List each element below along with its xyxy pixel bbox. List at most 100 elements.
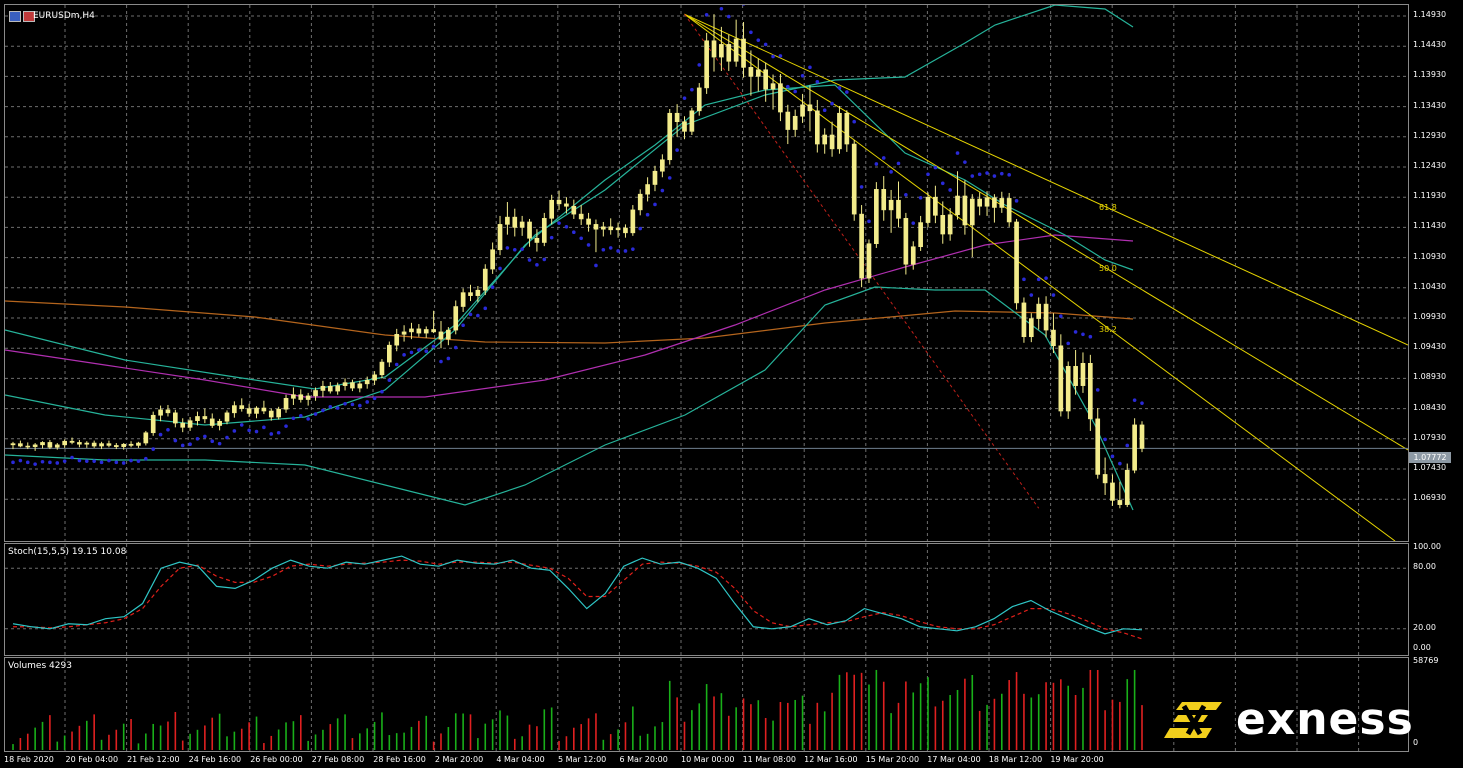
sar-dot bbox=[608, 246, 613, 250]
candle bbox=[822, 128, 828, 154]
candle bbox=[84, 441, 90, 448]
price-tick-label: 1.11930 bbox=[1413, 191, 1447, 201]
candle bbox=[955, 171, 960, 220]
candle bbox=[350, 379, 355, 392]
time-tick-label: 24 Feb 16:00 bbox=[188, 755, 242, 764]
candle bbox=[696, 83, 702, 116]
candle bbox=[1065, 361, 1071, 419]
price-tick-label: 1.07930 bbox=[1413, 432, 1447, 442]
price-tick-label: 1.10430 bbox=[1413, 281, 1447, 291]
stoch-tick-label: 0.00 bbox=[1413, 643, 1431, 652]
candle bbox=[1110, 474, 1115, 506]
candle bbox=[224, 410, 230, 425]
sar-dot bbox=[417, 348, 421, 352]
candle bbox=[40, 441, 45, 449]
sar-dot bbox=[217, 441, 222, 446]
sar-dot bbox=[476, 313, 480, 318]
sar-dot bbox=[948, 188, 952, 192]
candle bbox=[254, 406, 259, 419]
candle bbox=[143, 430, 149, 446]
candle bbox=[977, 192, 982, 216]
price-tick-label: 1.12930 bbox=[1413, 130, 1447, 140]
candle bbox=[47, 440, 53, 450]
candle bbox=[136, 441, 141, 448]
symbol-label: EURUSDm,H4 bbox=[33, 11, 95, 21]
candle bbox=[778, 73, 783, 122]
volumes-axis[interactable]: 58769 0 bbox=[1409, 656, 1463, 750]
candle bbox=[173, 409, 178, 428]
candle bbox=[918, 215, 923, 251]
candle bbox=[1117, 481, 1123, 509]
candle bbox=[792, 109, 798, 137]
price-tick-label: 1.08430 bbox=[1413, 402, 1447, 412]
candle bbox=[180, 418, 186, 433]
sar-dot bbox=[107, 458, 111, 463]
stochastic-pane[interactable]: Stoch(15,5,5) 19.15 10.08 bbox=[4, 543, 1409, 656]
sar-dot bbox=[1022, 277, 1026, 282]
candle bbox=[32, 443, 38, 451]
sar-dot bbox=[490, 285, 495, 289]
candle bbox=[291, 387, 296, 405]
sar-dot bbox=[645, 212, 650, 217]
time-tick-label: 2 Mar 20:00 bbox=[434, 755, 484, 764]
candle bbox=[195, 411, 200, 426]
candle bbox=[888, 189, 894, 233]
candle bbox=[106, 440, 112, 448]
sar-dot bbox=[247, 428, 251, 433]
sar-dot bbox=[350, 402, 355, 407]
time-axis[interactable]: 18 Feb 2020 20 Feb 04:00 21 Feb 12:00 24 Fe… bbox=[4, 752, 1407, 768]
sar-dot bbox=[1103, 437, 1107, 442]
candle bbox=[379, 359, 385, 379]
sar-dot bbox=[121, 461, 126, 465]
fib-fan-line bbox=[684, 13, 1396, 541]
sar-dot bbox=[380, 389, 384, 394]
current-price-tag: 1.07772 bbox=[1409, 452, 1451, 463]
candle bbox=[711, 14, 717, 72]
candle bbox=[232, 401, 237, 418]
stoch-tick-label: 20.00 bbox=[1413, 622, 1436, 632]
sar-dot bbox=[343, 401, 347, 406]
stochastic-axis[interactable]: 100.00 80.00 20.00 0.00 bbox=[1409, 542, 1463, 654]
sar-dot bbox=[763, 42, 768, 47]
sar-dot bbox=[992, 174, 997, 178]
ma-magenta-line bbox=[5, 234, 1134, 398]
sar-dot bbox=[1029, 293, 1034, 297]
candle bbox=[593, 219, 599, 253]
sar-dot bbox=[1044, 276, 1048, 280]
candle bbox=[785, 104, 791, 145]
candle bbox=[844, 110, 850, 152]
sar-dot bbox=[431, 344, 436, 349]
time-tick-label: 28 Feb 16:00 bbox=[373, 755, 426, 764]
price-chart-canvas[interactable]: 61.8 50.0 38.2 bbox=[5, 5, 1408, 541]
stochastic-canvas[interactable] bbox=[5, 544, 1408, 655]
candle bbox=[438, 321, 444, 349]
candle bbox=[283, 394, 289, 413]
time-tick-label: 5 Mar 12:00 bbox=[557, 755, 607, 764]
candle bbox=[1124, 463, 1130, 508]
sar-dot bbox=[970, 174, 975, 178]
sar-dot bbox=[1132, 398, 1137, 402]
candle bbox=[512, 208, 518, 237]
candle bbox=[77, 440, 82, 448]
sar-dot bbox=[601, 247, 606, 252]
candle bbox=[482, 264, 488, 296]
candle bbox=[940, 201, 946, 244]
sar-dot bbox=[313, 412, 318, 416]
candle bbox=[327, 382, 333, 394]
sar-dot bbox=[203, 434, 207, 439]
time-tick-label: 15 Mar 20:00 bbox=[865, 755, 920, 764]
time-tick-label: 21 Feb 12:00 bbox=[127, 755, 180, 764]
sar-dot bbox=[999, 171, 1004, 176]
price-chart-pane[interactable]: 61.8 50.0 38.2 EURUSDm,H4 bbox=[4, 4, 1409, 542]
sar-dot bbox=[719, 6, 724, 11]
time-tick-label: 6 Mar 20:00 bbox=[619, 755, 668, 764]
candle bbox=[1102, 457, 1108, 495]
sar-dot bbox=[439, 359, 443, 364]
candle bbox=[608, 218, 614, 235]
sar-dot bbox=[1140, 401, 1144, 405]
sar-dot bbox=[527, 258, 532, 262]
fib-level-label: 50.0 bbox=[1099, 264, 1117, 273]
price-tick-label: 1.14430 bbox=[1413, 40, 1447, 50]
time-tick-label: 20 Feb 04:00 bbox=[65, 755, 119, 764]
sar-dot bbox=[889, 170, 893, 174]
